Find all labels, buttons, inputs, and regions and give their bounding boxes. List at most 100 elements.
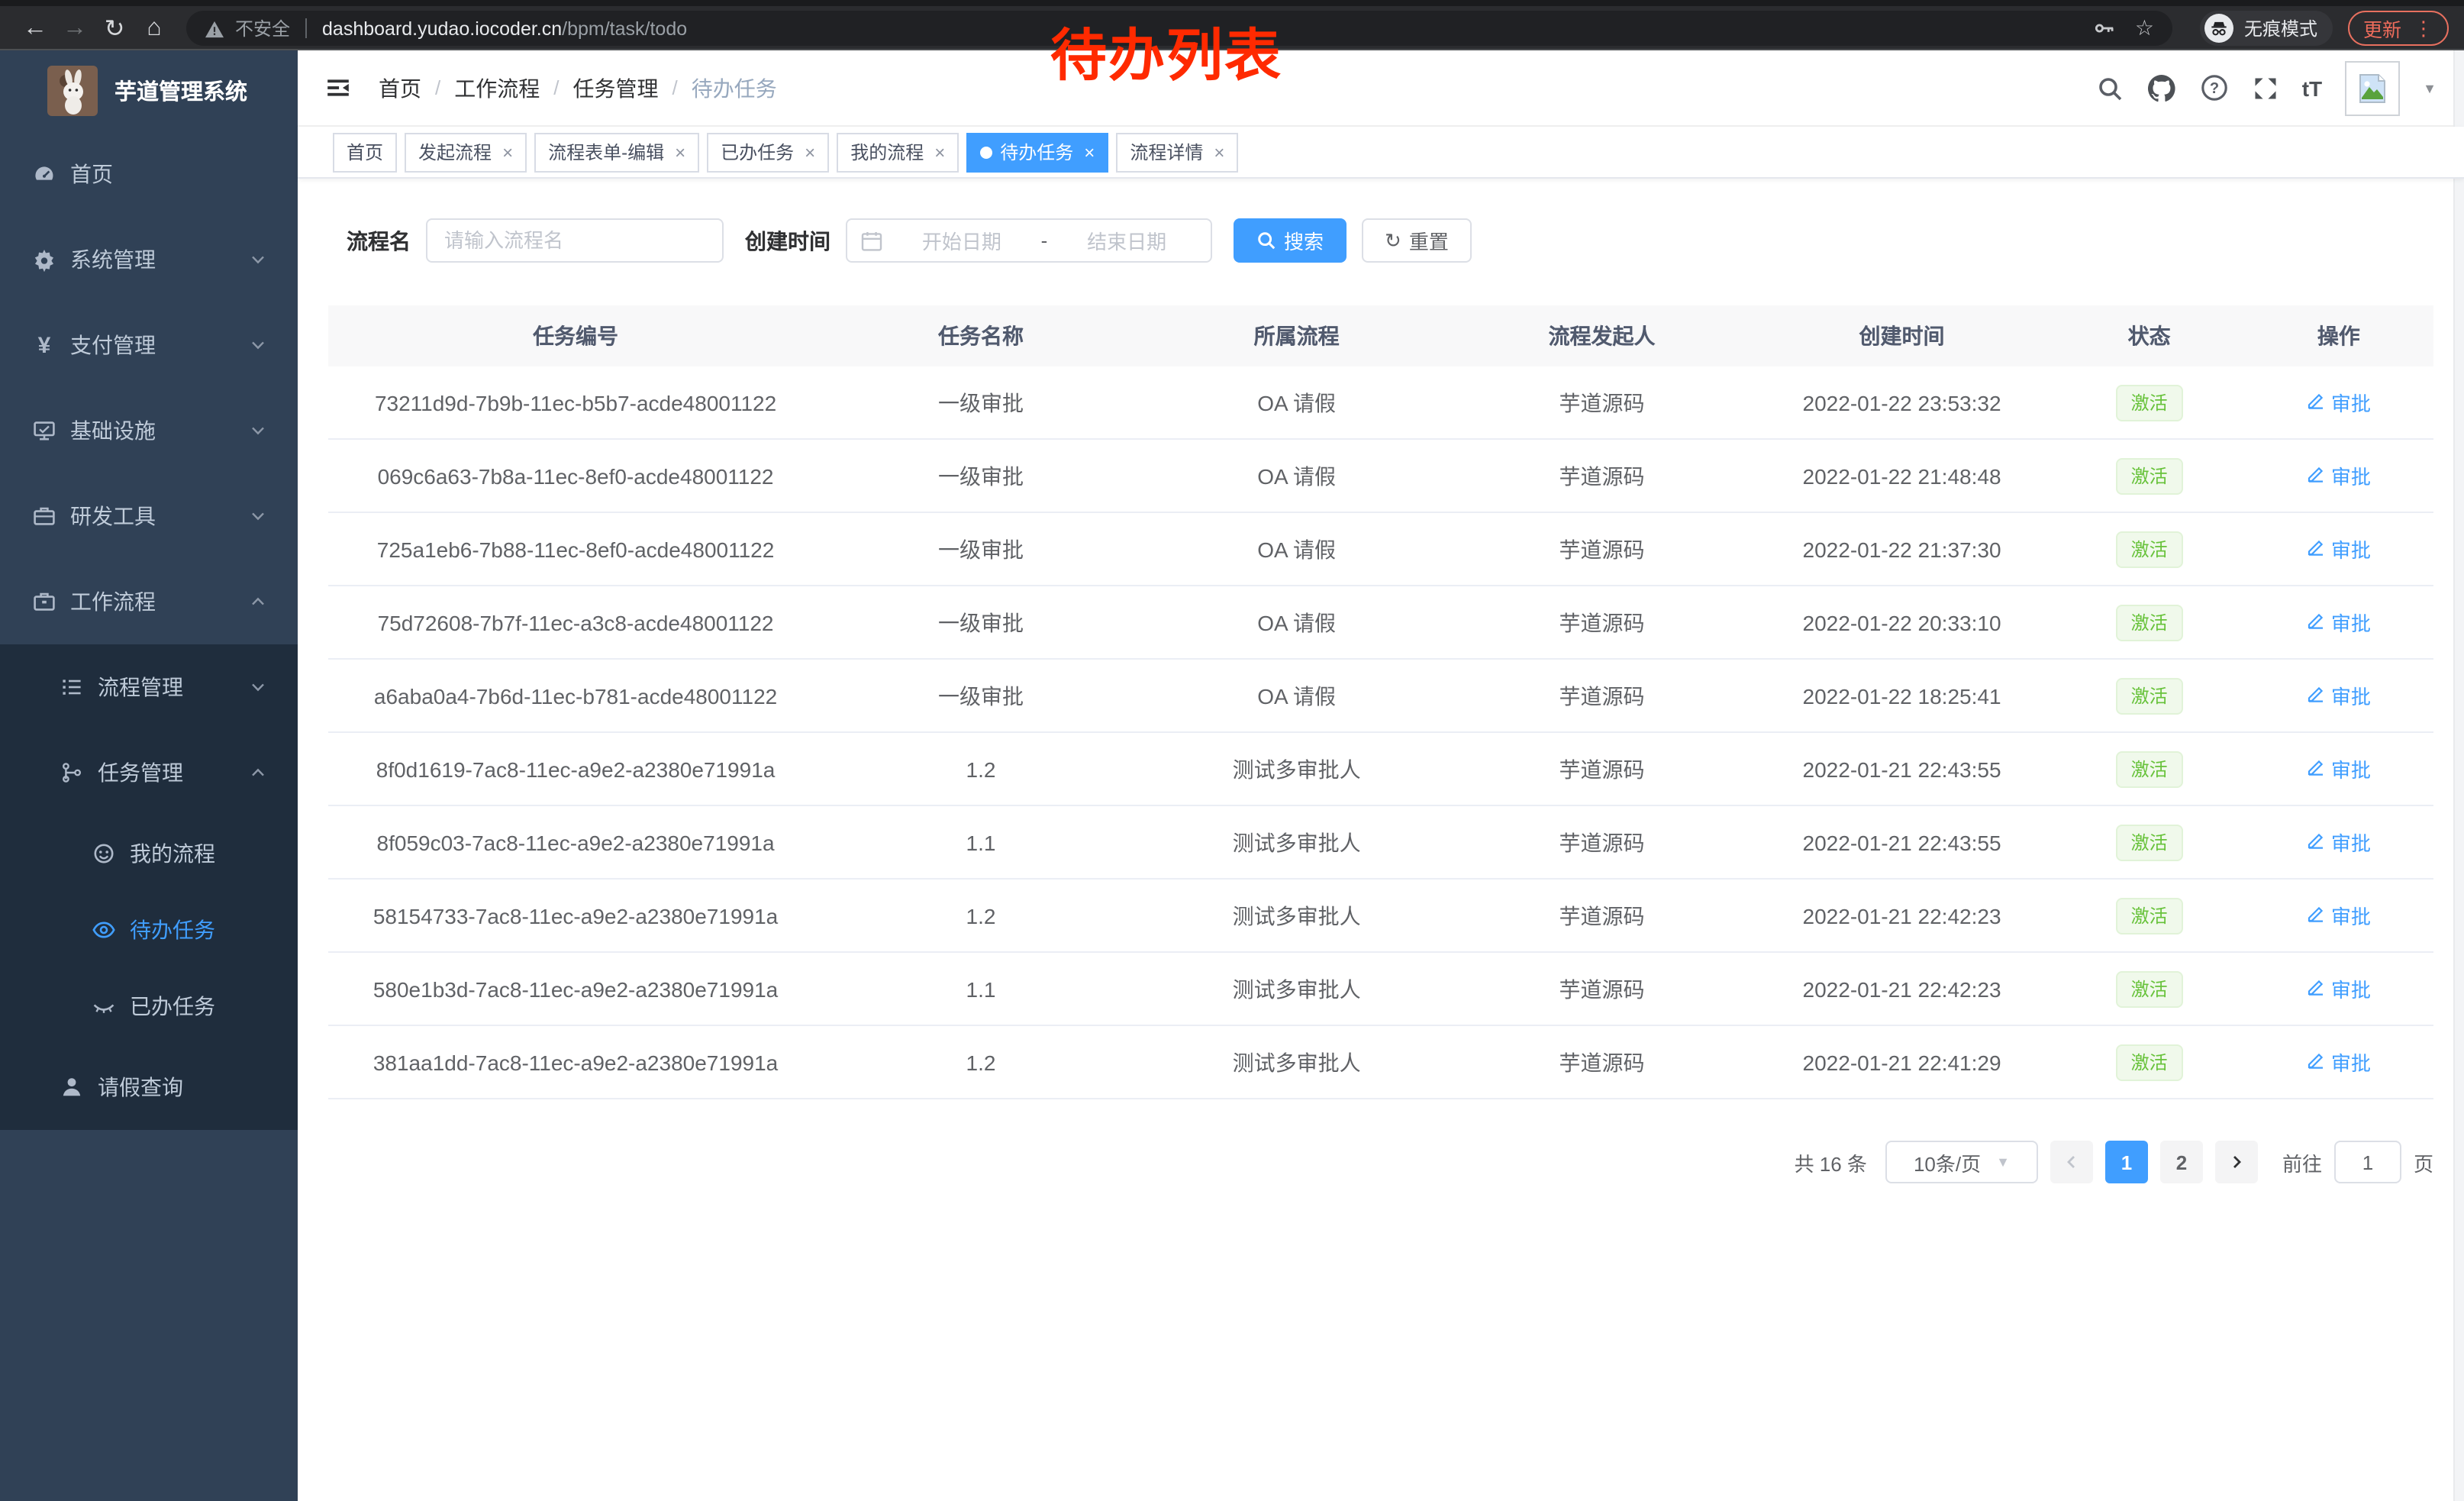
browser-update-button[interactable]: 更新 ⋮ [2348, 11, 2449, 46]
gear-icon [32, 247, 56, 272]
search-button[interactable]: 搜索 [1234, 218, 1346, 263]
breadcrumb-item[interactable]: 任务管理 [573, 73, 659, 103]
sidebar-menu: 首页系统管理¥支付管理基础设施研发工具工作流程流程管理任务管理我的流程待办任务已… [0, 131, 298, 1130]
tab-item-4[interactable]: 我的流程× [837, 132, 959, 172]
close-tab-icon[interactable]: × [805, 134, 815, 170]
chevron-up-icon [249, 763, 267, 782]
approve-action-link[interactable]: 审批 [2307, 828, 2371, 857]
process-name-input[interactable] [426, 218, 724, 263]
page-number-button-2[interactable]: 2 [2160, 1141, 2203, 1183]
chevron-down-icon [249, 421, 267, 440]
eye-icon [92, 918, 116, 942]
pencil-icon [2307, 464, 2325, 487]
date-range-picker[interactable]: 开始日期 - 结束日期 [846, 218, 1212, 263]
tab-item-3[interactable]: 已办任务× [707, 132, 829, 172]
column-header: 任务编号 [328, 321, 823, 351]
sidebar-item-home[interactable]: 首页 [0, 131, 298, 217]
page-size-select[interactable]: 10条/页 ▼ [1885, 1141, 2038, 1183]
tab-item-5[interactable]: 待办任务× [966, 132, 1108, 172]
tab-item-2[interactable]: 流程表单-编辑 × [534, 132, 699, 172]
tab-item-0[interactable]: 首页 [333, 132, 397, 172]
goto-page-unit: 页 [2414, 1148, 2433, 1177]
sidebar-item-workflow[interactable]: 工作流程 [0, 559, 298, 644]
sidebar-item-label: 基础设施 [70, 415, 156, 446]
approve-action-link[interactable]: 审批 [2307, 608, 2371, 637]
search-icon[interactable] [2096, 74, 2124, 102]
process-name-label: 流程名 [347, 225, 411, 256]
prev-page-button[interactable] [2050, 1141, 2093, 1183]
pagination-total: 共 16 条 [1795, 1148, 1867, 1177]
sidebar-item-todo-tasks[interactable]: 待办任务 [0, 892, 298, 968]
incognito-icon [2204, 14, 2233, 43]
briefcase-icon [32, 589, 56, 614]
browser-reload-icon[interactable]: ↻ [95, 13, 134, 44]
approve-action-link[interactable]: 审批 [2307, 534, 2371, 563]
task-id-cell: 73211d9d-7b9b-11ec-b5b7-acde48001122 [328, 390, 823, 415]
tab-item-1[interactable]: 发起流程× [405, 132, 527, 172]
page-number-button-1[interactable]: 1 [2105, 1141, 2148, 1183]
end-date-placeholder[interactable]: 结束日期 [1056, 226, 1197, 255]
approve-action-label: 审批 [2331, 754, 2371, 783]
sidebar-item-done-tasks[interactable]: 已办任务 [0, 968, 298, 1044]
scrollbar-track[interactable] [2453, 50, 2464, 1501]
security-label[interactable]: 不安全 [235, 15, 290, 41]
reset-button[interactable]: ↻ 重置 [1362, 218, 1472, 263]
next-page-button[interactable] [2215, 1141, 2258, 1183]
task-name-cell: 一级审批 [823, 680, 1139, 711]
sidebar-item-payment-management[interactable]: ¥支付管理 [0, 302, 298, 388]
approve-action-link[interactable]: 审批 [2307, 754, 2371, 783]
github-icon[interactable] [2146, 73, 2177, 103]
close-tab-icon[interactable]: × [1214, 134, 1224, 170]
breadcrumb-separator: / [672, 76, 678, 99]
status-badge: 激活 [2116, 531, 2183, 567]
sidebar-logo-row[interactable]: 芋道管理系统 [0, 50, 298, 131]
toolbox-icon [32, 504, 56, 528]
sidebar-item-task-management[interactable]: 任务管理 [0, 730, 298, 815]
sidebar-item-leave-query[interactable]: 请假查询 [0, 1044, 298, 1130]
sidebar-item-process-management[interactable]: 流程管理 [0, 644, 298, 730]
bookmark-star-icon[interactable]: ☆ [2135, 15, 2154, 41]
font-size-icon[interactable]: tT [2302, 76, 2322, 100]
avatar-caret-down-icon[interactable]: ▼ [2423, 80, 2437, 95]
approve-action-link[interactable]: 审批 [2307, 388, 2371, 417]
browser-home-icon[interactable]: ⌂ [134, 15, 174, 42]
tab-item-6[interactable]: 流程详情× [1116, 132, 1238, 172]
status-badge: 激活 [2116, 677, 2183, 714]
approve-action-link[interactable]: 审批 [2307, 901, 2371, 930]
calendar-icon [861, 230, 882, 251]
sidebar-item-system-management[interactable]: 系统管理 [0, 217, 298, 302]
screenshot-root: ← → ↻ ⌂ 不安全 dashboard.yudao.iocoder.cn/b… [0, 0, 2464, 1501]
approve-action-link[interactable]: 审批 [2307, 1047, 2371, 1077]
approve-action-link[interactable]: 审批 [2307, 974, 2371, 1003]
filter-bar: 流程名 创建时间 开始日期 - 结束日期 搜索 ↻ 重置 [316, 218, 2433, 263]
update-label[interactable]: 更新 [2363, 14, 2401, 43]
close-tab-icon[interactable]: × [1084, 134, 1095, 170]
avatar[interactable] [2345, 60, 2400, 115]
sidebar-item-my-process[interactable]: 我的流程 [0, 815, 298, 892]
sidebar-item-infrastructure[interactable]: 基础设施 [0, 388, 298, 473]
browser-menu-icon[interactable]: ⋮ [2414, 16, 2433, 40]
approve-action-link[interactable]: 审批 [2307, 461, 2371, 490]
column-header: 操作 [2244, 321, 2433, 351]
password-key-icon[interactable] [2094, 17, 2117, 40]
browser-back-icon[interactable]: ← [15, 15, 55, 42]
browser-forward-icon[interactable]: → [55, 15, 95, 42]
start-date-placeholder[interactable]: 开始日期 [892, 226, 1032, 255]
column-header: 所属流程 [1139, 321, 1455, 351]
close-tab-icon[interactable]: × [934, 134, 945, 170]
initiator-cell: 芋道源码 [1455, 607, 1750, 638]
sidebar-collapse-icon[interactable] [321, 71, 354, 105]
breadcrumb-item[interactable]: 首页 [379, 73, 421, 103]
process-cell: 测试多审批人 [1139, 973, 1455, 1004]
approve-action-link[interactable]: 审批 [2307, 681, 2371, 710]
fullscreen-icon[interactable] [2252, 74, 2279, 102]
sidebar-item-dev-tools[interactable]: 研发工具 [0, 473, 298, 559]
close-tab-icon[interactable]: × [502, 134, 513, 170]
close-tab-icon[interactable]: × [675, 134, 685, 170]
goto-page-input[interactable] [2334, 1141, 2401, 1183]
tab-label: 流程表单-编辑 [548, 134, 664, 170]
breadcrumb-item[interactable]: 工作流程 [454, 73, 540, 103]
help-question-icon[interactable]: ? [2200, 73, 2229, 102]
pencil-icon [2307, 391, 2325, 414]
chevron-up-icon [249, 592, 267, 611]
